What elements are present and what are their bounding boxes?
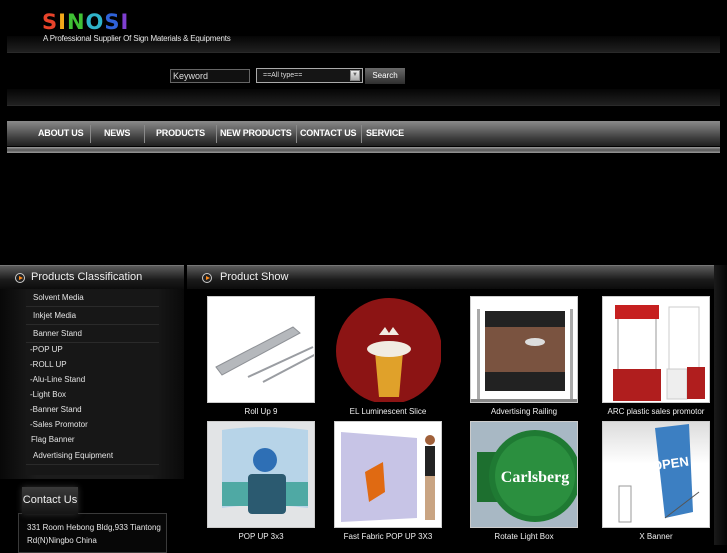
logo-letter: S [42,10,59,34]
nav-divider [361,125,362,143]
products-classification-header: Products Classification [0,265,184,289]
nav-service[interactable]: SERVICE [366,121,404,146]
category-alu-line-stand[interactable]: -Alu-Line Stand [26,372,159,387]
category-roll-up[interactable]: -ROLL UP [26,357,159,372]
product-name: ARC plastic sales promotor [607,407,705,416]
product-card[interactable]: EL Luminescent Slice [323,296,453,416]
logo-letter: O [85,10,105,34]
contact-address-line: 331 Room Hebong Bldg,933 Tiantong [27,523,161,532]
nav-divider [144,125,145,143]
product-name: X Banner [639,532,673,541]
product-name: Advertising Railing [490,407,558,416]
products-classification-title: Products Classification [31,271,143,283]
nav-divider [296,125,297,143]
logo-letter: I [58,10,67,34]
product-card[interactable]: Advertising Railing [459,296,589,416]
site-tagline: A Professional Supplier Of Sign Material… [43,34,231,43]
nav-underline [7,147,720,153]
product-card[interactable]: POP UP 3x3 [196,421,326,541]
category-light-box[interactable]: -Light Box [26,387,159,402]
product-show-title: Product Show [220,271,289,283]
product-card[interactable]: Fast Fabric POP UP 3X3 [323,421,453,541]
nav-about-us[interactable]: ABOUT US [38,121,84,146]
pop-up-display-image[interactable] [207,421,315,528]
roll-up-stand-image[interactable] [207,296,315,403]
contact-address-box: 331 Room Hebong Bldg,933 Tiantong Rd(N)N… [18,513,167,553]
type-select-value: ==All type== [263,72,303,79]
nav-contact-us[interactable]: CONTACT US [300,121,357,146]
search-bar-divider [7,89,720,106]
category-flag-banner[interactable]: Flag Banner [26,432,159,447]
fabric-butterfly-display-image[interactable] [334,421,442,528]
svg-text:Carlsberg: Carlsberg [501,469,569,486]
category-pop-up[interactable]: -POP UP [26,342,159,357]
category-solvent-media[interactable]: Solvent Media [26,289,159,307]
category-inkjet-media[interactable]: Inkjet Media [26,307,159,325]
product-name: Rotate Light Box [494,532,554,541]
category-panel: Solvent Media Inkjet Media Banner Stand … [0,289,184,479]
contact-us-title[interactable]: Contact Us [22,487,78,514]
promotion-counter-image[interactable] [602,296,710,403]
fabric-display-illustration [341,432,435,522]
nav-divider [216,125,217,143]
search-button[interactable]: Search [365,68,405,84]
carlsberg-light-box-image[interactable]: Carlsberg [470,421,578,528]
product-name: EL Luminescent Slice [349,407,427,416]
keyword-input[interactable]: Keyword [170,69,250,83]
product-card[interactable]: ARC plastic sales promotor [591,296,721,416]
product-card[interactable]: Roll Up 9 [196,296,326,416]
nav-new-products[interactable]: NEW PRODUCTS [220,121,292,146]
product-name: Fast Fabric POP UP 3X3 [343,532,433,541]
x-banner-open-image[interactable]: OPEN [602,421,710,528]
chevron-down-icon[interactable]: ▼ [350,70,360,81]
main-nav: ABOUT US NEWS PRODUCTS NEW PRODUCTS CONT… [7,121,720,146]
category-advertising-equipment[interactable]: Advertising Equipment [26,447,159,465]
nav-news[interactable]: NEWS [104,121,130,146]
type-select[interactable]: ==All type== ▼ [256,68,363,83]
product-name: Roll Up 9 [244,407,278,416]
category-list: Solvent Media Inkjet Media Banner Stand … [26,289,159,475]
category-banner-stand[interactable]: Banner Stand [26,325,159,343]
railing-display-illustration [471,309,577,402]
product-show-header: Product Show [187,265,714,289]
beer-glass-illustration [336,298,441,402]
x-banner-illustration: OPEN [618,424,700,523]
nav-divider [90,125,91,143]
product-card[interactable]: OPEN X Banner [591,421,721,541]
beer-glass-circle-image[interactable] [334,296,442,403]
category-sub-banner-stand[interactable]: -Banner Stand [26,402,159,417]
product-card[interactable]: Carlsberg Rotate Light Box [459,421,589,541]
site-logo[interactable]: SINOSI [42,10,129,34]
light-box-illustration: Carlsberg [477,430,577,522]
category-sales-promotor[interactable]: -Sales Promotor [26,417,159,432]
logo-letter: S [104,10,121,34]
logo-letter: N [66,10,86,34]
product-name: POP UP 3x3 [238,532,284,541]
promotion-counter-illustration [613,305,705,401]
logo-letter: I [120,10,130,34]
nav-products[interactable]: PRODUCTS [156,121,205,146]
arrow-circle-icon [15,273,25,283]
roll-up-stand-illustration [215,326,314,383]
railing-display-image[interactable] [470,296,578,403]
pop-up-display-illustration [222,427,308,514]
arrow-circle-icon [202,273,212,283]
contact-address-line: Rd(N)Ningbo China [27,536,97,545]
